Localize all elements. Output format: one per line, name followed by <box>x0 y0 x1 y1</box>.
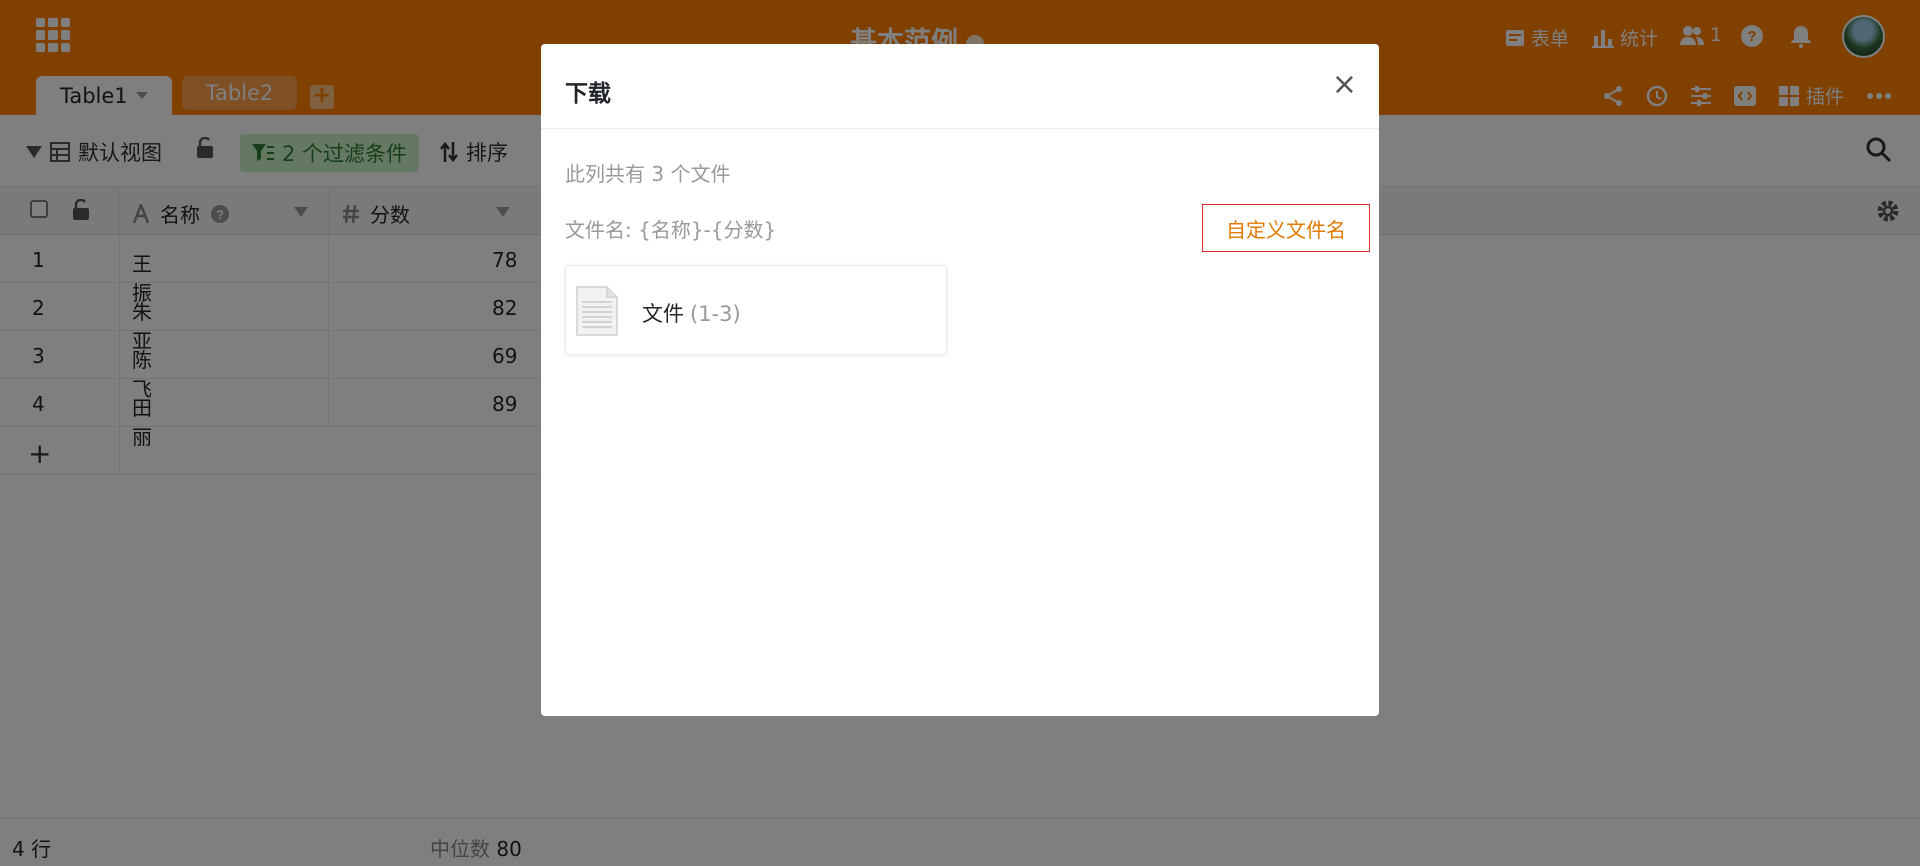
download-file-card[interactable]: 文件 (1-3) <box>565 265 947 355</box>
document-icon <box>576 286 618 336</box>
custom-filename-button[interactable]: 自定义文件名 <box>1202 204 1370 252</box>
filename-pattern: 文件名: {名称}-{分数} <box>565 218 777 242</box>
dialog-title: 下载 <box>565 81 611 107</box>
dialog-header: 下载 × <box>541 44 1379 129</box>
close-icon[interactable]: × <box>1332 70 1357 100</box>
file-name: 文件 (1-3) <box>642 302 741 326</box>
download-dialog: 下载 × 此列共有 3 个文件 文件名: {名称}-{分数} 自定义文件名 文件… <box>541 44 1379 716</box>
file-count-text: 此列共有 3 个文件 <box>565 162 731 186</box>
